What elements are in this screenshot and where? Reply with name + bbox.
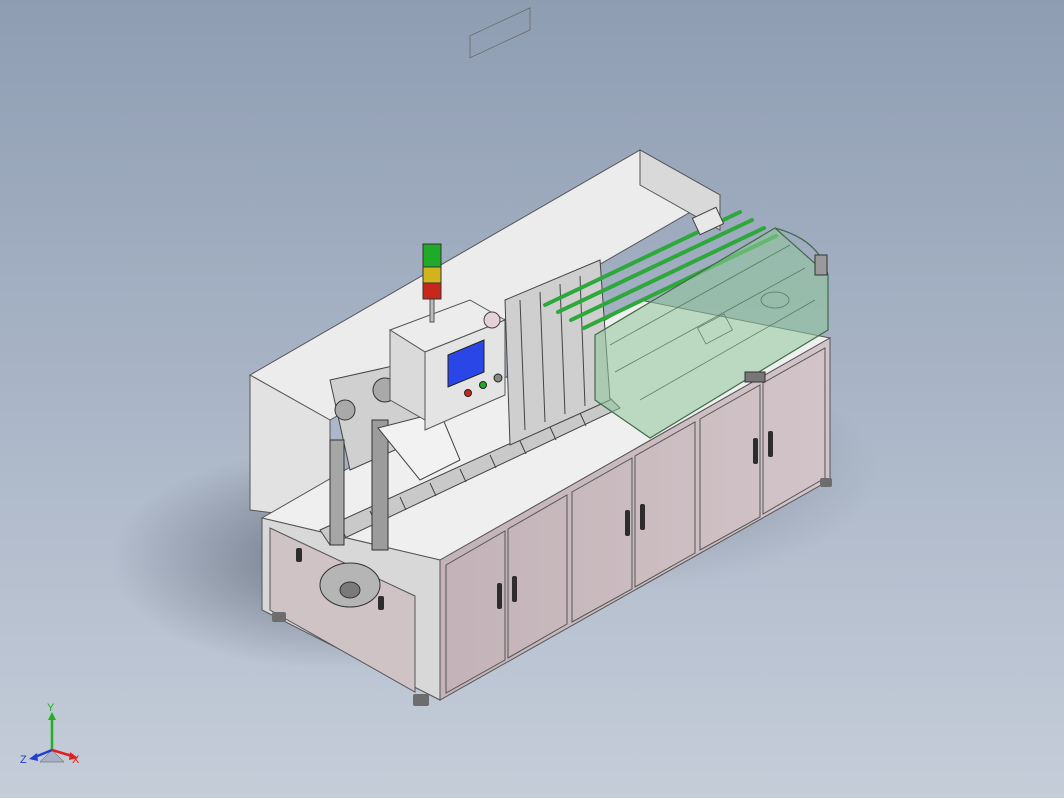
x-axis-label: X xyxy=(72,754,80,766)
door-handle[interactable] xyxy=(753,438,758,464)
beacon-amber xyxy=(422,266,442,284)
beacon-pole xyxy=(429,297,435,323)
cartoning-machine-model[interactable] xyxy=(248,7,832,706)
start-button[interactable] xyxy=(479,381,487,389)
outfeed-latch xyxy=(744,371,766,383)
stop-button[interactable] xyxy=(464,389,472,397)
beacon-green xyxy=(422,243,442,268)
door-handle[interactable] xyxy=(512,576,517,602)
z-arrow-icon xyxy=(29,753,38,761)
door-handle[interactable] xyxy=(640,504,645,530)
door-handle[interactable] xyxy=(768,431,773,457)
coordinate-triad: Y X Z xyxy=(20,702,80,766)
vertical-rail xyxy=(329,439,345,546)
beacon-red xyxy=(422,282,442,300)
door-handle[interactable] xyxy=(625,510,630,536)
vertical-rail xyxy=(371,419,389,551)
cad-viewport[interactable] xyxy=(0,0,1064,798)
wheel xyxy=(334,399,356,421)
hmi-label-plate xyxy=(469,7,531,59)
y-axis-label: Y xyxy=(47,702,55,714)
outfeed-motor xyxy=(814,254,828,276)
dial xyxy=(493,373,503,383)
sprocket-hub xyxy=(339,581,361,599)
z-axis-label: Z xyxy=(20,754,27,766)
door-handle[interactable] xyxy=(497,583,502,609)
door-handle[interactable] xyxy=(296,548,302,562)
door-handle[interactable] xyxy=(378,596,384,610)
